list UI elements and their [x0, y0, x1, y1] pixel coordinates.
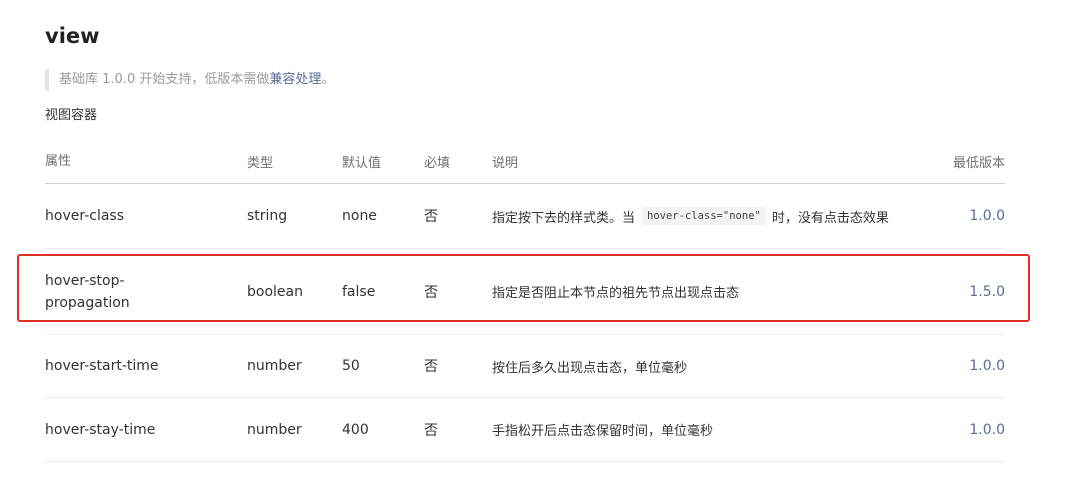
attr-version: 1.0.0: [969, 208, 1005, 224]
attr-name: hover-class: [45, 208, 125, 224]
attr-desc: 按住后多久出现点击态，单位毫秒: [492, 360, 688, 376]
attr-desc: 指定按下去的样式类。当 hover-class="none" 时，没有点击态效果: [492, 184, 889, 248]
attr-name: hover-start-time: [45, 358, 159, 374]
note-text: 基础库 1.0.0 开始支持，低版本需做: [59, 72, 270, 87]
note-suffix: 。: [321, 72, 335, 87]
attr-required: 否: [424, 284, 438, 301]
attr-version: 1.0.0: [969, 358, 1005, 374]
header-desc: 说明: [492, 156, 519, 171]
table-header: 属性 类型 默认值 必填 说明 最低版本: [45, 140, 1005, 184]
attr-default: 400: [342, 421, 369, 438]
attr-default: false: [342, 283, 376, 300]
component-description: 视图容器: [45, 108, 98, 123]
header-version: 最低版本: [952, 156, 1005, 171]
table-row: hover-stop-propagation boolean false 否 指…: [45, 249, 1005, 335]
table-row: hover-start-time number 50 否 按住后多久出现点击态，…: [45, 335, 1005, 398]
attr-type: boolean: [247, 283, 303, 300]
attr-required: 否: [424, 422, 438, 439]
attr-version: 1.5.0: [969, 283, 1005, 300]
attributes-table: 属性 类型 默认值 必填 说明 最低版本 hover-class string …: [45, 140, 1005, 462]
header-type: 类型: [247, 156, 274, 171]
header-required: 必填: [424, 156, 451, 171]
attr-name-line1: hover-stop-: [45, 272, 125, 289]
header-name: 属性: [45, 153, 72, 169]
page-title: view: [45, 24, 100, 48]
attr-type: number: [247, 421, 302, 438]
attr-default: 50: [342, 358, 360, 374]
attr-type: number: [247, 358, 302, 374]
compatibility-note: 基础库 1.0.0 开始支持，低版本需做兼容处理。: [45, 69, 334, 91]
compat-link[interactable]: 兼容处理: [269, 72, 321, 87]
header-default: 默认值: [342, 156, 382, 171]
attr-required: 否: [424, 209, 438, 225]
attr-name: hover-stay-time: [45, 421, 156, 438]
attr-type: string: [247, 208, 288, 224]
attr-desc: 指定是否阻止本节点的祖先节点出现点击态: [492, 286, 740, 301]
desc-text: 指定按下去的样式类。当: [492, 210, 636, 226]
attr-name-line2: propagation: [45, 294, 130, 311]
attr-desc: 手指松开后点击态保留时间，单位毫秒: [492, 424, 714, 439]
attr-required: 否: [424, 359, 438, 375]
attr-version: 1.0.0: [969, 421, 1005, 438]
table-row: hover-class string none 否 指定按下去的样式类。当 hov…: [45, 184, 1005, 249]
attr-name: hover-stop-propagation: [45, 249, 235, 334]
inline-code: hover-class="none": [642, 207, 766, 225]
table-row: hover-stay-time number 400 否 手指松开后点击态保留时…: [45, 398, 1005, 462]
desc-text-after: 时，没有点击态效果: [771, 210, 889, 226]
attr-default: none: [342, 208, 377, 224]
